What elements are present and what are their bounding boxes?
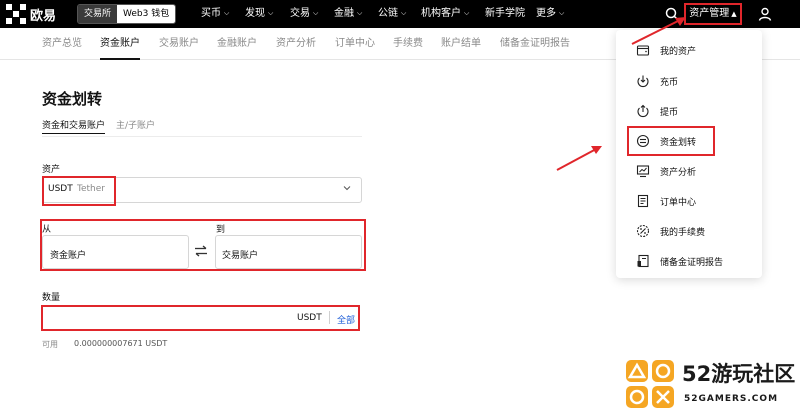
chevron-down-icon: ⌵ xyxy=(224,9,230,17)
chevron-down-icon: ⌵ xyxy=(559,9,565,17)
nav-item-discover[interactable]: 发现 ⌵ xyxy=(245,0,273,28)
watermark-subtext: 52GAMERS.COM xyxy=(684,394,779,404)
asset-highlight-box xyxy=(42,176,116,206)
chevron-down-icon: ⌵ xyxy=(357,9,363,17)
mode-exchange-tab[interactable]: 交易所 xyxy=(78,5,118,23)
tab-funding-trading[interactable]: 资金和交易账户 xyxy=(42,118,106,134)
annotation-arrow-icon xyxy=(556,146,602,171)
subnav-overview[interactable]: 资产总览 xyxy=(42,28,82,60)
brand-name: 欧易 xyxy=(30,8,57,24)
subnav-asset-analysis[interactable]: 资产分析 xyxy=(276,28,316,60)
dropdown-item-proof-of-reserves[interactable]: 储备金证明报告 xyxy=(616,247,762,277)
gamepad-logo-icon xyxy=(626,360,674,408)
analysis-icon xyxy=(636,165,650,178)
subnav-trading-account[interactable]: 交易账户 xyxy=(159,28,199,60)
brand-logo[interactable]: 欧易 xyxy=(6,4,56,24)
asset-label: 资产 xyxy=(42,165,61,175)
orders-icon xyxy=(637,194,649,208)
asset-management-menu[interactable]: 资产管理 ▲ xyxy=(684,3,742,25)
mode-switch: 交易所 Web3 钱包 xyxy=(77,4,177,24)
nav-item-buy[interactable]: 买币 ⌵ xyxy=(201,0,229,28)
nav-item-chain[interactable]: 公链 ⌵ xyxy=(378,0,406,28)
chevron-down-icon: ⌵ xyxy=(268,9,274,17)
nav-item-academy[interactable]: 新手学院 xyxy=(485,0,525,28)
chevron-up-icon: ▲ xyxy=(731,10,737,18)
page-title: 资金划转 xyxy=(42,90,103,108)
transfer-highlight-box xyxy=(40,219,366,271)
withdraw-icon xyxy=(637,104,649,118)
dropdown-item-my-fees[interactable]: 我的手续费 xyxy=(616,217,762,247)
chevron-down-icon xyxy=(343,186,351,191)
okx-logo-icon xyxy=(6,4,26,24)
nav-item-more[interactable]: 更多 ⌵ xyxy=(536,0,564,28)
subnav-proof-of-reserves[interactable]: 储备金证明报告 xyxy=(500,28,570,60)
annotation-arrow-icon xyxy=(631,17,686,45)
dropdown-item-asset-analysis[interactable]: 资产分析 xyxy=(616,157,762,187)
fee-icon xyxy=(636,224,650,238)
chevron-down-icon: ⌵ xyxy=(464,9,470,17)
tab-main-sub[interactable]: 主/子账户 xyxy=(116,118,155,131)
subnav-statements[interactable]: 账户结单 xyxy=(441,28,481,60)
user-icon[interactable] xyxy=(757,6,773,22)
watermark: 52游玩社区 52GAMERS.COM xyxy=(618,352,800,416)
watermark-text: 52游玩社区 xyxy=(682,362,796,386)
nav-item-trade[interactable]: 交易 ⌵ xyxy=(290,0,318,28)
amount-highlight-box xyxy=(41,305,360,331)
subnav-fees[interactable]: 手续费 xyxy=(393,28,423,60)
chevron-down-icon: ⌵ xyxy=(401,9,407,17)
dropdown-item-withdraw[interactable]: 提币 xyxy=(616,97,762,127)
nav-item-institution[interactable]: 机构客户 ⌵ xyxy=(421,0,469,28)
subnav-order-center[interactable]: 订单中心 xyxy=(335,28,375,60)
mode-web3-tab[interactable]: Web3 钱包 xyxy=(117,5,176,23)
dropdown-item-order-center[interactable]: 订单中心 xyxy=(616,187,762,217)
tabs-divider xyxy=(42,136,362,137)
deposit-icon xyxy=(637,75,649,88)
subnav-earn-account[interactable]: 金融账户 xyxy=(217,28,257,60)
nav-item-finance[interactable]: 金融 ⌵ xyxy=(334,0,362,28)
available-value: 0.000000007671 USDT xyxy=(74,339,168,348)
transfer-menu-highlight-box xyxy=(627,126,715,156)
chevron-down-icon: ⌵ xyxy=(313,9,319,17)
report-icon xyxy=(637,254,649,268)
subnav-funding-account[interactable]: 资金账户 xyxy=(100,28,140,60)
available-label: 可用 xyxy=(42,340,58,349)
dropdown-item-deposit[interactable]: 充币 xyxy=(616,67,762,97)
amount-label: 数量 xyxy=(42,293,61,303)
